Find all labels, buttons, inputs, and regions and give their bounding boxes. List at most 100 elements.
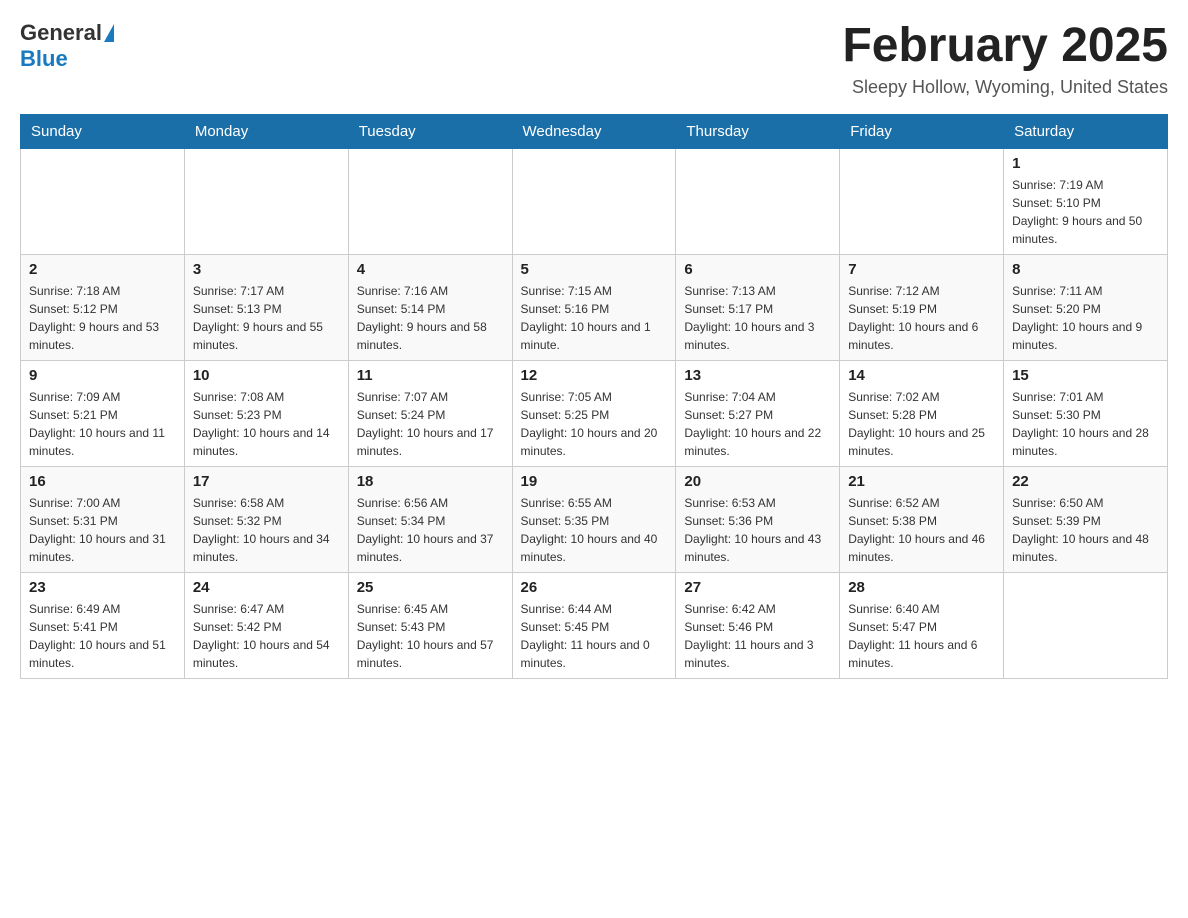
- calendar-cell: [21, 148, 185, 254]
- logo-general-text: General: [20, 20, 102, 46]
- calendar-week-row: 23 Sunrise: 6:49 AM Sunset: 5:41 PM Dayli…: [21, 572, 1168, 678]
- logo-text: General: [20, 20, 114, 46]
- calendar-cell: 7Sunrise: 7:12 AM Sunset: 5:19 PM Daylig…: [840, 254, 1004, 360]
- page-header: General Blue February 2025 Sleepy Hollow…: [20, 20, 1168, 98]
- day-number: 15: [1012, 367, 1159, 384]
- day-number: 9: [29, 367, 176, 384]
- calendar-day-header: Saturday: [1004, 114, 1168, 148]
- day-number: 12: [521, 367, 668, 384]
- day-number: 7: [848, 261, 995, 278]
- calendar-cell: 5Sunrise: 7:15 AM Sunset: 5:16 PM Daylig…: [512, 254, 676, 360]
- day-number: 3: [193, 261, 340, 278]
- day-number: 13: [684, 367, 831, 384]
- day-info: Sunrise: 7:15 AM Sunset: 5:16 PM Dayligh…: [521, 282, 668, 354]
- calendar-cell: 18 Sunrise: 6:56 AM Sunset: 5:34 PM Dayli…: [348, 466, 512, 572]
- calendar-cell: [184, 148, 348, 254]
- calendar-cell: [676, 148, 840, 254]
- day-info: Sunrise: 7:16 AM Sunset: 5:14 PM Dayligh…: [357, 282, 504, 354]
- day-info: Sunrise: 7:11 AM Sunset: 5:20 PM Dayligh…: [1012, 282, 1159, 354]
- day-info: Sunrise: 6:56 AM Sunset: 5:34 PM Dayligh…: [357, 494, 504, 566]
- day-number: 14: [848, 367, 995, 384]
- calendar-cell: 26Sunrise: 6:44 AM Sunset: 5:45 PM Dayli…: [512, 572, 676, 678]
- logo-blue-text: Blue: [20, 46, 68, 72]
- day-number: 16: [29, 473, 176, 490]
- day-info: Sunrise: 7:19 AM Sunset: 5:10 PM Dayligh…: [1012, 176, 1159, 248]
- calendar-cell: 19 Sunrise: 6:55 AM Sunset: 5:35 PM Dayli…: [512, 466, 676, 572]
- day-info: Sunrise: 6:45 AM Sunset: 5:43 PM Dayligh…: [357, 600, 504, 672]
- calendar-cell: 23 Sunrise: 6:49 AM Sunset: 5:41 PM Dayli…: [21, 572, 185, 678]
- day-info: Sunrise: 7:00 AM Sunset: 5:31 PM Dayligh…: [29, 494, 176, 566]
- calendar-day-header: Wednesday: [512, 114, 676, 148]
- day-info: Sunrise: 7:07 AM Sunset: 5:24 PM Dayligh…: [357, 388, 504, 460]
- day-number: 18: [357, 473, 504, 490]
- calendar-cell: 6 Sunrise: 7:13 AM Sunset: 5:17 PM Daylig…: [676, 254, 840, 360]
- day-info: Sunrise: 7:17 AM Sunset: 5:13 PM Dayligh…: [193, 282, 340, 354]
- calendar-day-header: Tuesday: [348, 114, 512, 148]
- day-number: 24: [193, 579, 340, 596]
- calendar-cell: 3 Sunrise: 7:17 AM Sunset: 5:13 PM Daylig…: [184, 254, 348, 360]
- calendar-cell: 10 Sunrise: 7:08 AM Sunset: 5:23 PM Dayli…: [184, 360, 348, 466]
- day-number: 23: [29, 579, 176, 596]
- calendar-day-header: Monday: [184, 114, 348, 148]
- day-info: Sunrise: 6:47 AM Sunset: 5:42 PM Dayligh…: [193, 600, 340, 672]
- day-number: 11: [357, 367, 504, 384]
- day-number: 20: [684, 473, 831, 490]
- day-number: 8: [1012, 261, 1159, 278]
- day-number: 25: [357, 579, 504, 596]
- calendar-cell: 16 Sunrise: 7:00 AM Sunset: 5:31 PM Dayli…: [21, 466, 185, 572]
- day-number: 22: [1012, 473, 1159, 490]
- calendar-cell: [512, 148, 676, 254]
- calendar-cell: 20 Sunrise: 6:53 AM Sunset: 5:36 PM Dayli…: [676, 466, 840, 572]
- calendar-cell: 12Sunrise: 7:05 AM Sunset: 5:25 PM Dayli…: [512, 360, 676, 466]
- calendar-cell: 14 Sunrise: 7:02 AM Sunset: 5:28 PM Dayli…: [840, 360, 1004, 466]
- location-subtitle: Sleepy Hollow, Wyoming, United States: [842, 77, 1168, 98]
- day-info: Sunrise: 6:44 AM Sunset: 5:45 PM Dayligh…: [521, 600, 668, 672]
- calendar-week-row: 1Sunrise: 7:19 AM Sunset: 5:10 PM Daylig…: [21, 148, 1168, 254]
- calendar-header-row: SundayMondayTuesdayWednesdayThursdayFrid…: [21, 114, 1168, 148]
- calendar-cell: [840, 148, 1004, 254]
- day-info: Sunrise: 6:58 AM Sunset: 5:32 PM Dayligh…: [193, 494, 340, 566]
- calendar-cell: 24 Sunrise: 6:47 AM Sunset: 5:42 PM Dayli…: [184, 572, 348, 678]
- day-number: 10: [193, 367, 340, 384]
- calendar-day-header: Sunday: [21, 114, 185, 148]
- day-number: 6: [684, 261, 831, 278]
- day-info: Sunrise: 7:04 AM Sunset: 5:27 PM Dayligh…: [684, 388, 831, 460]
- calendar-cell: 17 Sunrise: 6:58 AM Sunset: 5:32 PM Dayli…: [184, 466, 348, 572]
- calendar-cell: [348, 148, 512, 254]
- day-info: Sunrise: 6:52 AM Sunset: 5:38 PM Dayligh…: [848, 494, 995, 566]
- day-info: Sunrise: 6:49 AM Sunset: 5:41 PM Dayligh…: [29, 600, 176, 672]
- title-area: February 2025 Sleepy Hollow, Wyoming, Un…: [842, 20, 1168, 98]
- calendar-cell: 8 Sunrise: 7:11 AM Sunset: 5:20 PM Daylig…: [1004, 254, 1168, 360]
- calendar-cell: 13 Sunrise: 7:04 AM Sunset: 5:27 PM Dayli…: [676, 360, 840, 466]
- day-info: Sunrise: 6:42 AM Sunset: 5:46 PM Dayligh…: [684, 600, 831, 672]
- calendar-cell: 4 Sunrise: 7:16 AM Sunset: 5:14 PM Daylig…: [348, 254, 512, 360]
- calendar-cell: 22 Sunrise: 6:50 AM Sunset: 5:39 PM Dayli…: [1004, 466, 1168, 572]
- calendar-cell: 28Sunrise: 6:40 AM Sunset: 5:47 PM Dayli…: [840, 572, 1004, 678]
- calendar-day-header: Thursday: [676, 114, 840, 148]
- day-info: Sunrise: 7:02 AM Sunset: 5:28 PM Dayligh…: [848, 388, 995, 460]
- day-info: Sunrise: 7:18 AM Sunset: 5:12 PM Dayligh…: [29, 282, 176, 354]
- day-number: 27: [684, 579, 831, 596]
- calendar-day-header: Friday: [840, 114, 1004, 148]
- calendar-week-row: 16 Sunrise: 7:00 AM Sunset: 5:31 PM Dayli…: [21, 466, 1168, 572]
- logo-triangle-icon: [104, 24, 114, 42]
- calendar-cell: 27 Sunrise: 6:42 AM Sunset: 5:46 PM Dayli…: [676, 572, 840, 678]
- day-info: Sunrise: 7:08 AM Sunset: 5:23 PM Dayligh…: [193, 388, 340, 460]
- day-number: 2: [29, 261, 176, 278]
- day-info: Sunrise: 6:50 AM Sunset: 5:39 PM Dayligh…: [1012, 494, 1159, 566]
- calendar-cell: 15Sunrise: 7:01 AM Sunset: 5:30 PM Dayli…: [1004, 360, 1168, 466]
- day-info: Sunrise: 6:53 AM Sunset: 5:36 PM Dayligh…: [684, 494, 831, 566]
- day-number: 17: [193, 473, 340, 490]
- calendar-cell: 25 Sunrise: 6:45 AM Sunset: 5:43 PM Dayli…: [348, 572, 512, 678]
- calendar-cell: [1004, 572, 1168, 678]
- calendar-cell: 9 Sunrise: 7:09 AM Sunset: 5:21 PM Daylig…: [21, 360, 185, 466]
- calendar-week-row: 9 Sunrise: 7:09 AM Sunset: 5:21 PM Daylig…: [21, 360, 1168, 466]
- day-info: Sunrise: 7:13 AM Sunset: 5:17 PM Dayligh…: [684, 282, 831, 354]
- day-info: Sunrise: 6:55 AM Sunset: 5:35 PM Dayligh…: [521, 494, 668, 566]
- calendar-cell: 21Sunrise: 6:52 AM Sunset: 5:38 PM Dayli…: [840, 466, 1004, 572]
- day-number: 19: [521, 473, 668, 490]
- day-info: Sunrise: 7:09 AM Sunset: 5:21 PM Dayligh…: [29, 388, 176, 460]
- calendar-cell: 2 Sunrise: 7:18 AM Sunset: 5:12 PM Daylig…: [21, 254, 185, 360]
- day-number: 4: [357, 261, 504, 278]
- logo: General Blue: [20, 20, 114, 72]
